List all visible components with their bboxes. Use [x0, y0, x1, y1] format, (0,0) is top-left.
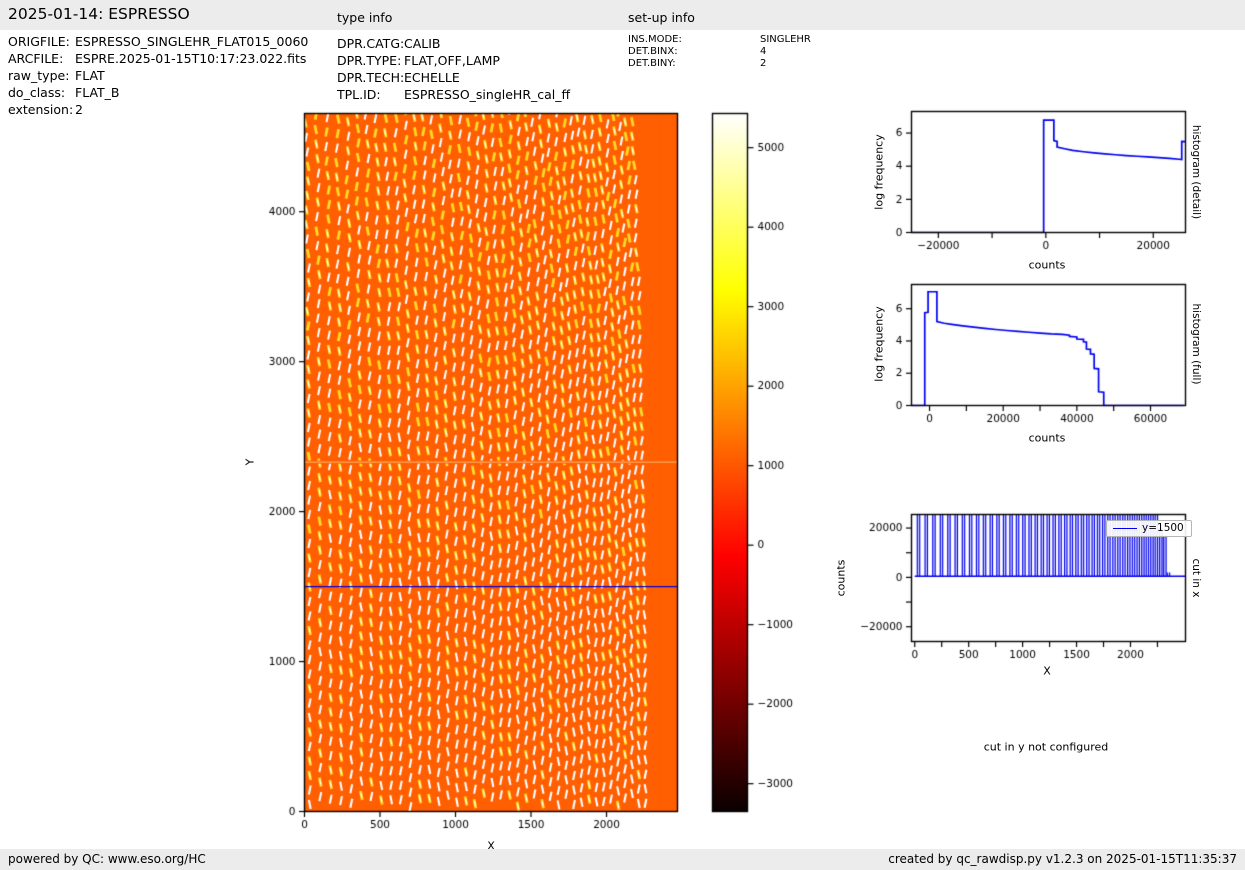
legend-y1500: y=1500: [1106, 520, 1192, 537]
setup-info-heading: set-up info: [628, 10, 695, 25]
field-value: ESPRESSO_SINGLEHR_FLAT015_0060: [75, 34, 309, 49]
type-info-heading: type info: [337, 10, 393, 25]
type-info-row: DPR.TECH:ECHELLE: [337, 70, 460, 85]
histogram-full-xlabel: counts: [1028, 431, 1066, 445]
cut-in-y-note: cut in y not configured: [983, 740, 1109, 754]
field-label: DET.BINX:: [628, 46, 678, 57]
cut-in-x-xlabel: X: [1043, 664, 1051, 678]
field-label: extension:: [8, 102, 74, 117]
setup-info-row: DET.BINX: 4: [628, 46, 766, 57]
field-label: INS.MODE:: [628, 34, 682, 45]
field-value: FLAT_B: [75, 85, 120, 100]
type-info-row: TPL.ID: ESPRESSO_singleHR_cal_ff: [337, 87, 570, 102]
title-bar: 2025-01-14: ESPRESSO type info set-up in…: [0, 0, 1245, 30]
legend-label: y=1500: [1142, 522, 1184, 534]
type-info-row: DPR.TYPE: FLAT,OFF,LAMP: [337, 53, 500, 68]
file-info-row: raw_type: FLAT: [8, 68, 105, 83]
field-value: FLAT: [75, 68, 105, 83]
footer-bar: powered by QC: www.eso.org/HC created by…: [0, 849, 1245, 870]
field-label: DPR.TECH:: [337, 70, 405, 85]
field-label: DPR.TYPE:: [337, 53, 402, 68]
setup-info-row: DET.BINY: 2: [628, 58, 766, 69]
field-label: ARCFILE:: [8, 51, 64, 66]
field-label: do_class:: [8, 85, 66, 100]
file-info-row: ORIGFILE: ESPRESSO_SINGLEHR_FLAT015_0060: [8, 34, 308, 49]
type-info-row: DPR.CATG:CALIB: [337, 36, 441, 51]
field-value: ECHELLE: [404, 70, 460, 85]
field-value: 2: [760, 58, 767, 69]
histogram-detail-ylabel: log frequency: [872, 134, 886, 210]
field-value: 4: [760, 46, 767, 57]
histogram-full-ylabel: log frequency: [872, 306, 886, 382]
legend-line-sample: [1113, 527, 1137, 529]
field-label: ORIGFILE:: [8, 34, 70, 49]
cut-in-x-ylabel: counts: [834, 559, 848, 597]
raw-image-ylabel: Y: [243, 458, 257, 466]
field-value: 2: [75, 102, 83, 117]
footer-created-by: created by qc_rawdisp.py v1.2.3 on 2025-…: [888, 852, 1237, 866]
cut-in-x-side-label: cut in x: [1190, 558, 1202, 598]
file-info-row: extension: 2: [8, 102, 83, 117]
field-value: ESPRE.2025-01-15T10:17:23.022.fits: [75, 51, 307, 66]
field-label: raw_type:: [8, 68, 70, 83]
field-label: DET.BINY:: [628, 58, 676, 69]
setup-info-row: INS.MODE: SINGLEHR: [628, 34, 811, 45]
footer-powered-by: powered by QC: www.eso.org/HC: [8, 852, 206, 866]
field-value: SINGLEHR: [760, 34, 811, 45]
page-title: 2025-01-14: ESPRESSO: [8, 5, 190, 23]
field-value: CALIB: [404, 36, 441, 51]
file-info-row: ARCFILE: ESPRE.2025-01-15T10:17:23.022.fi…: [8, 51, 306, 66]
histogram-detail-xlabel: counts: [1028, 258, 1066, 272]
field-value: FLAT,OFF,LAMP: [404, 53, 500, 68]
file-info-row: do_class: FLAT_B: [8, 85, 119, 100]
field-label: TPL.ID:: [337, 87, 381, 102]
histogram-full-side-label: histogram (full): [1190, 303, 1202, 385]
field-label: DPR.CATG:: [337, 36, 405, 51]
field-value: ESPRESSO_singleHR_cal_ff: [404, 87, 571, 102]
histogram-detail-side-label: histogram (detail): [1190, 124, 1202, 220]
